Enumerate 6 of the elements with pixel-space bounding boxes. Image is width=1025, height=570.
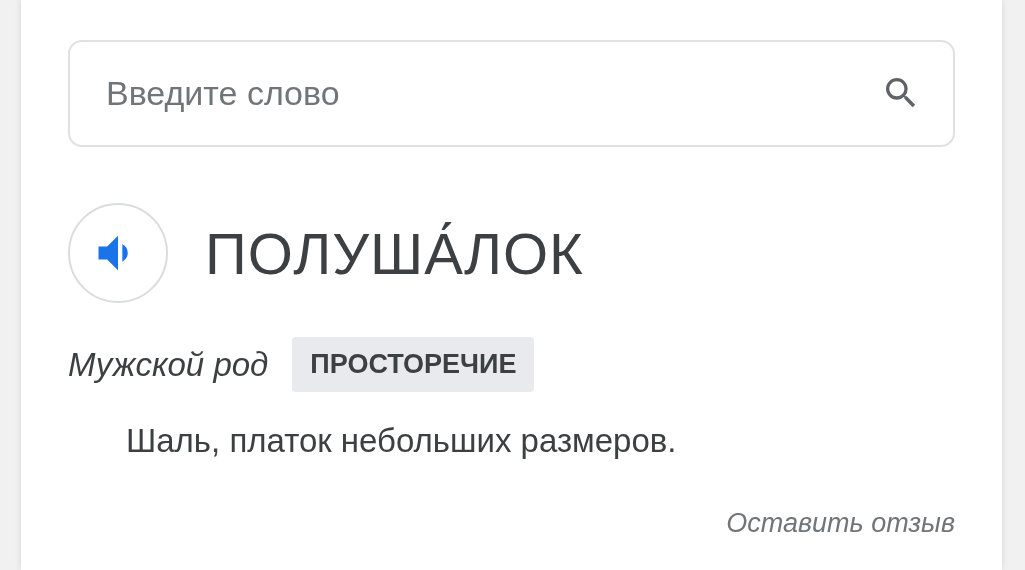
definition-text: Шаль, платок небольших размеров. [126, 422, 678, 460]
headword: ПОЛУША́ЛОК [205, 219, 584, 287]
gender-label: Мужской род [68, 345, 269, 384]
feedback-link[interactable]: Оставить отзыв [726, 508, 955, 539]
usage-tag: ПРОСТОРЕЧИЕ [292, 337, 535, 392]
search-field[interactable]: Введите слово [68, 40, 955, 147]
